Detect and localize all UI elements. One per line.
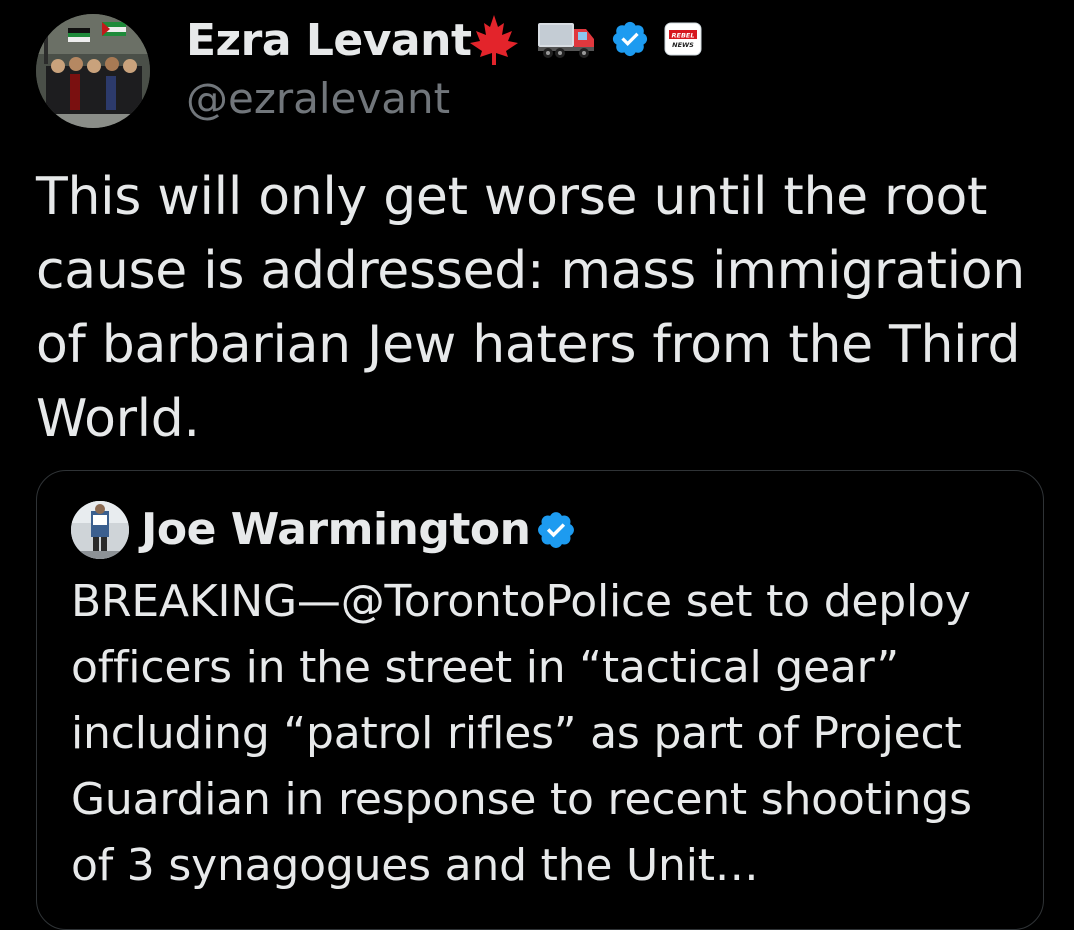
quoted-verified-badge-icon[interactable]: [535, 509, 577, 555]
author-name[interactable]: Ezra Levant: [186, 14, 472, 68]
avatar-photo: [36, 14, 150, 128]
author-name-icons: REBEL NEWS: [466, 14, 702, 68]
quoted-avatar-photo: [71, 501, 129, 559]
quoted-author-avatar[interactable]: [71, 501, 129, 559]
maple-leaf-icon: [466, 11, 522, 71]
quoted-tweet-card[interactable]: Joe Warmington BREAKING—@TorontoPolice s…: [36, 470, 1044, 930]
author-avatar[interactable]: [36, 14, 150, 128]
tweet-text: This will only get worse until the root …: [36, 167, 1025, 449]
quoted-author-name[interactable]: Joe Warmington: [141, 501, 531, 559]
rebel-news-affiliate-icon[interactable]: REBEL NEWS: [664, 22, 702, 60]
quoted-tweet-text: BREAKING—@TorontoPolice set to deploy of…: [71, 576, 972, 891]
truck-icon: [536, 17, 596, 65]
svg-text:REBEL: REBEL: [672, 32, 695, 40]
verified-badge-icon[interactable]: [610, 19, 650, 63]
svg-text:NEWS: NEWS: [672, 41, 694, 49]
author-handle[interactable]: @ezralevant: [186, 72, 450, 126]
